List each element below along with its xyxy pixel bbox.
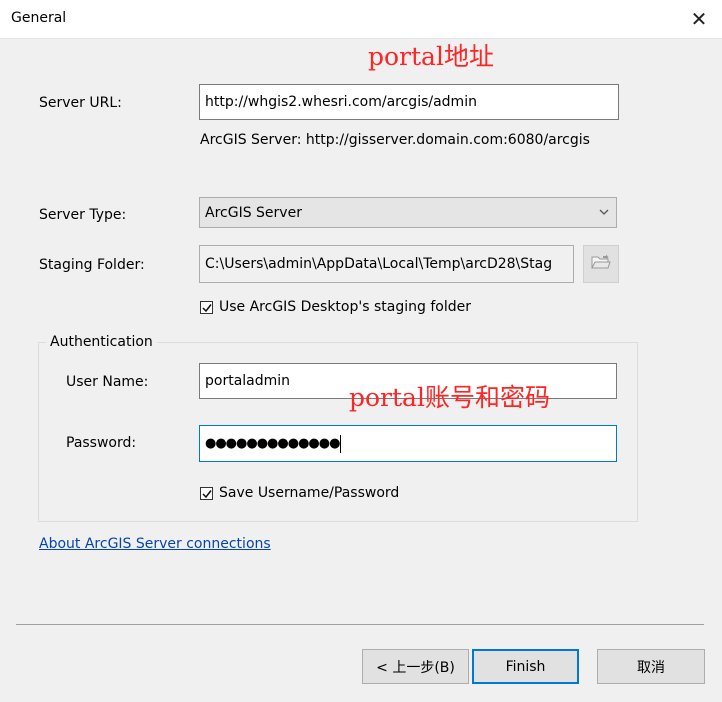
annotation-portal-address: portal地址 <box>368 42 494 71</box>
about-connections-link[interactable]: About ArcGIS Server connections <box>39 536 271 552</box>
close-button[interactable]: ✕ <box>676 0 722 38</box>
browse-folder-button[interactable] <box>583 245 619 283</box>
username-label: User Name: <box>66 374 149 390</box>
close-icon: ✕ <box>690 7 708 31</box>
cancel-button-label: 取消 <box>637 659 665 676</box>
server-type-label: Server Type: <box>39 207 127 223</box>
password-input[interactable]: ●●●●●●●●●●●●● <box>199 425 617 462</box>
back-button-label: < 上一步(B) <box>376 659 455 676</box>
text-caret <box>340 434 342 453</box>
save-credentials-checkbox[interactable] <box>200 487 213 500</box>
use-desktop-staging-checkbox[interactable] <box>200 301 213 314</box>
checkmark-icon <box>202 490 212 499</box>
staging-folder-input[interactable]: C:\Users\admin\AppData\Local\Temp\arcD28… <box>199 245 574 283</box>
authentication-title: Authentication <box>46 334 157 350</box>
checkmark-icon <box>202 304 212 313</box>
server-type-select[interactable]: ArcGIS Server <box>199 197 617 228</box>
finish-button[interactable]: Finish <box>472 649 579 684</box>
username-value: portaladmin <box>205 373 291 389</box>
back-button[interactable]: < 上一步(B) <box>362 649 469 684</box>
server-type-value: ArcGIS Server <box>205 204 302 221</box>
footer-separator <box>16 624 704 625</box>
username-input[interactable]: portaladmin <box>199 363 617 399</box>
staging-folder-label: Staging Folder: <box>39 257 145 273</box>
cancel-button[interactable]: 取消 <box>597 649 705 684</box>
folder-open-icon <box>591 254 611 274</box>
use-desktop-staging-label: Use ArcGIS Desktop's staging folder <box>219 299 471 315</box>
server-url-label: Server URL: <box>39 95 122 111</box>
save-credentials-label: Save Username/Password <box>219 485 400 501</box>
password-value: ●●●●●●●●●●●●● <box>205 436 340 451</box>
password-label: Password: <box>66 435 137 451</box>
server-url-value: http://whgis2.whesri.com/arcgis/admin <box>205 94 477 110</box>
title-bar: General ✕ <box>0 0 722 39</box>
finish-button-label: Finish <box>505 658 546 675</box>
staging-folder-value: C:\Users\admin\AppData\Local\Temp\arcD28… <box>205 256 553 272</box>
chevron-down-icon <box>598 206 610 222</box>
server-url-hint: ArcGIS Server: http://gisserver.domain.c… <box>200 132 590 148</box>
server-url-input[interactable]: http://whgis2.whesri.com/arcgis/admin <box>199 84 619 120</box>
window-title: General <box>11 10 67 26</box>
